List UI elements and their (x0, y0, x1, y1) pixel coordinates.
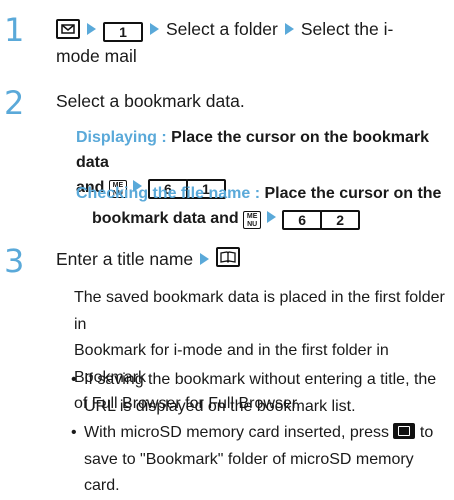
bullet-line: to (419, 424, 434, 441)
step1-text-a: Select a folder (166, 19, 278, 39)
step-number: 3 (4, 242, 25, 280)
arrow-icon (284, 23, 294, 35)
step-instruction: 1 Select a folder Select the i- mode mail (56, 16, 446, 70)
book-key-icon (216, 247, 241, 267)
step-number: 1 (4, 11, 25, 49)
para-line: The saved bookmark data is placed in the… (74, 289, 445, 333)
bullet-dot: • (71, 371, 77, 388)
step-instruction: Enter a title name (56, 246, 446, 273)
bullet-line: With microSD memory card inserted, press (84, 424, 389, 441)
key-1: 1 (103, 22, 143, 42)
step1-text-c: mode mail (56, 46, 137, 66)
step3-text: Enter a title name (56, 249, 194, 269)
sub-step-checking: Checking the file name : Place the curso… (76, 181, 446, 231)
key-2: 2 (320, 210, 361, 230)
arrow-icon (87, 23, 96, 35)
bullet-dot: • (71, 424, 77, 441)
bullet-line: If saving the bookmark without entering … (84, 371, 437, 388)
key-6: 6 (282, 210, 323, 230)
arrow-icon (150, 23, 159, 35)
step-instruction: Select a bookmark data. (56, 91, 245, 111)
imode-key-icon (393, 423, 416, 439)
mail-key-icon (56, 19, 80, 39)
step-number: 2 (4, 84, 25, 122)
sub-label: Checking the file name : (76, 185, 261, 202)
sub-text: Place the cursor on the (264, 185, 442, 202)
menu-key-icon: ME NU (243, 211, 262, 229)
bullet-item: • With microSD memory card inserted, pre… (71, 420, 448, 500)
bullet-line: save to "Bookmark" folder of microSD mem… (84, 450, 414, 495)
step1-text-b: Select the i- (300, 19, 394, 39)
bullet-line: URL is displayed on the bookmark list. (84, 397, 356, 415)
sub-text: bookmark data and (92, 210, 239, 227)
sub-label: Displaying : (76, 129, 167, 146)
bullet-item: • If saving the bookmark without enterin… (71, 367, 448, 420)
arrow-icon (267, 211, 277, 223)
arrow-icon (200, 253, 210, 265)
